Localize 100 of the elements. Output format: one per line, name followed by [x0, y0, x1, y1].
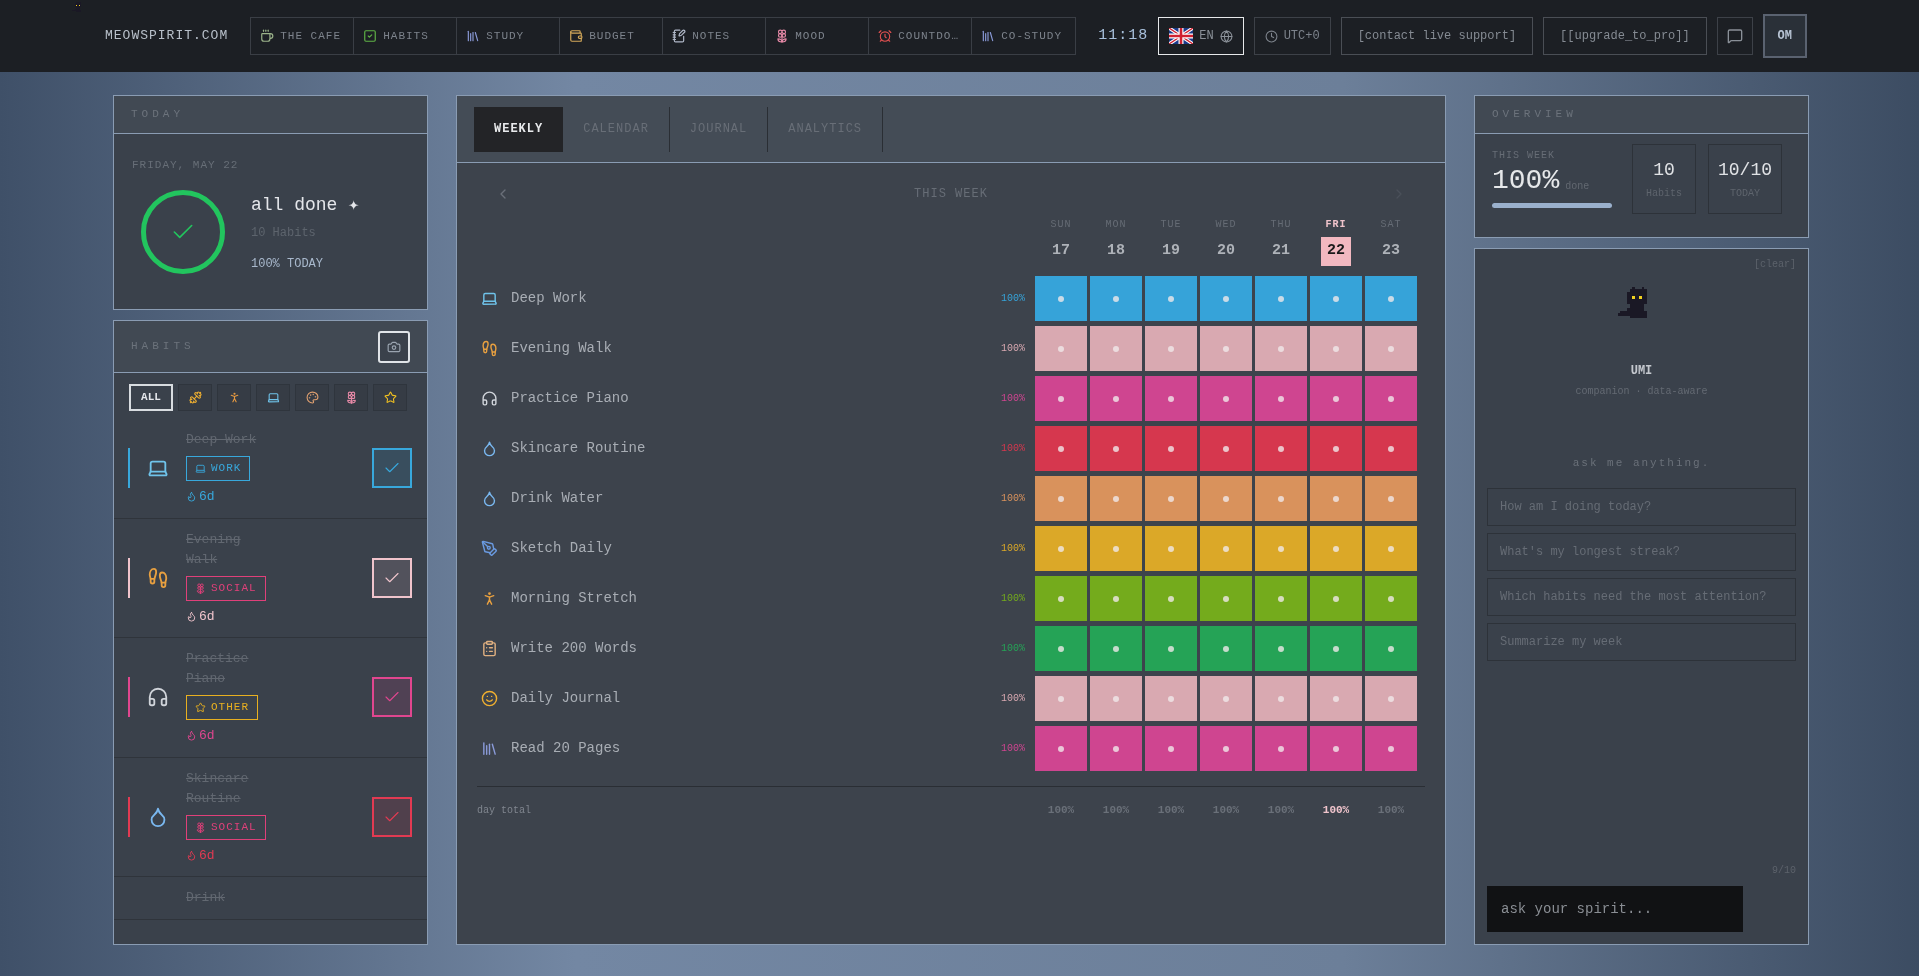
- habit-checkbox[interactable]: [372, 448, 412, 489]
- day-cell[interactable]: [1310, 276, 1362, 321]
- day-cell[interactable]: [1145, 276, 1197, 321]
- day-cell[interactable]: [1035, 576, 1087, 621]
- day-cell[interactable]: [1365, 726, 1417, 771]
- habit-checkbox[interactable]: [372, 677, 412, 718]
- habit-name: Write 200 Words: [511, 639, 639, 658]
- chat-input[interactable]: ask your spirit...: [1487, 886, 1743, 932]
- avatar-button[interactable]: OM: [1762, 14, 1807, 58]
- filter-chip[interactable]: [373, 384, 407, 411]
- day-cell[interactable]: [1035, 326, 1087, 371]
- chat-button[interactable]: [1716, 17, 1753, 55]
- language-button[interactable]: EN: [1158, 17, 1244, 55]
- day-cell[interactable]: [1365, 276, 1417, 321]
- brand-name[interactable]: MEOWSPIRIT.COM: [105, 26, 229, 46]
- day-cell[interactable]: [1090, 276, 1142, 321]
- day-cell[interactable]: [1365, 526, 1417, 571]
- day-cell[interactable]: [1035, 276, 1087, 321]
- day-cell[interactable]: [1035, 476, 1087, 521]
- camera-button[interactable]: [378, 330, 410, 363]
- day-cell[interactable]: [1365, 376, 1417, 421]
- upgrade-button[interactable]: [[upgrade_to_pro]]: [1543, 17, 1707, 55]
- day-cell[interactable]: [1090, 476, 1142, 521]
- day-cell[interactable]: [1310, 326, 1362, 371]
- day-cell[interactable]: [1310, 676, 1362, 721]
- day-cell[interactable]: [1200, 276, 1252, 321]
- day-cell[interactable]: [1310, 626, 1362, 671]
- day-cell[interactable]: [1200, 626, 1252, 671]
- filter-chip[interactable]: [256, 384, 290, 411]
- nav-tab[interactable]: STUDY: [457, 18, 561, 54]
- day-cell[interactable]: [1090, 526, 1142, 571]
- filter-chip[interactable]: [295, 384, 329, 411]
- day-cell[interactable]: [1255, 576, 1307, 621]
- day-cell[interactable]: [1365, 676, 1417, 721]
- day-cell[interactable]: [1145, 626, 1197, 671]
- nav-tab[interactable]: HABITS: [354, 18, 458, 54]
- timezone-button[interactable]: UTC+0: [1253, 17, 1331, 55]
- nav-tab[interactable]: COUNTDO…: [869, 18, 973, 54]
- day-cell[interactable]: [1090, 426, 1142, 471]
- day-cell[interactable]: [1090, 376, 1142, 421]
- filter-chip[interactable]: [217, 384, 251, 411]
- day-cell[interactable]: [1200, 326, 1252, 371]
- day-cell[interactable]: [1365, 576, 1417, 621]
- day-cell[interactable]: [1145, 726, 1197, 771]
- nav-tab[interactable]: THE CAFE: [251, 18, 355, 54]
- day-cell[interactable]: [1365, 426, 1417, 471]
- day-cell[interactable]: [1090, 726, 1142, 771]
- day-cell[interactable]: [1255, 726, 1307, 771]
- day-cell[interactable]: [1255, 626, 1307, 671]
- camera-icon: [387, 339, 401, 354]
- day-cell[interactable]: [1200, 526, 1252, 571]
- day-cell[interactable]: [1310, 476, 1362, 521]
- day-cell[interactable]: [1145, 526, 1197, 571]
- day-cell[interactable]: [1255, 376, 1307, 421]
- day-cell[interactable]: [1035, 726, 1087, 771]
- day-cell[interactable]: [1200, 376, 1252, 421]
- day-cell[interactable]: [1255, 476, 1307, 521]
- day-cell[interactable]: [1035, 676, 1087, 721]
- day-cell[interactable]: [1035, 426, 1087, 471]
- day-cell[interactable]: [1200, 426, 1252, 471]
- day-cell[interactable]: [1365, 326, 1417, 371]
- day-cell[interactable]: [1310, 526, 1362, 571]
- filter-chip[interactable]: [178, 384, 212, 411]
- day-cell[interactable]: [1310, 576, 1362, 621]
- day-cell[interactable]: [1255, 276, 1307, 321]
- day-cell[interactable]: [1035, 626, 1087, 671]
- day-cell[interactable]: [1310, 426, 1362, 471]
- day-cell[interactable]: [1145, 376, 1197, 421]
- day-cell[interactable]: [1035, 526, 1087, 571]
- nav-tab[interactable]: NOTES: [663, 18, 767, 54]
- day-cell[interactable]: [1145, 576, 1197, 621]
- day-cell[interactable]: [1145, 426, 1197, 471]
- day-cell[interactable]: [1145, 326, 1197, 371]
- day-cell[interactable]: [1090, 326, 1142, 371]
- habit-checkbox[interactable]: [372, 796, 412, 837]
- nav-tab[interactable]: CO-STUDY: [972, 18, 1076, 54]
- filter-chip[interactable]: ALL: [129, 384, 173, 411]
- day-cell[interactable]: [1090, 626, 1142, 671]
- day-cell[interactable]: [1255, 526, 1307, 571]
- day-cell[interactable]: [1145, 476, 1197, 521]
- day-cell[interactable]: [1200, 476, 1252, 521]
- day-cell[interactable]: [1310, 376, 1362, 421]
- day-cell[interactable]: [1200, 576, 1252, 621]
- day-cell[interactable]: [1365, 626, 1417, 671]
- support-button[interactable]: [contact live support]: [1340, 17, 1534, 55]
- day-cell[interactable]: [1035, 376, 1087, 421]
- day-cell[interactable]: [1090, 576, 1142, 621]
- day-cell[interactable]: [1145, 676, 1197, 721]
- day-cell[interactable]: [1200, 726, 1252, 771]
- day-cell[interactable]: [1255, 326, 1307, 371]
- day-cell[interactable]: [1365, 476, 1417, 521]
- nav-tab[interactable]: MOOD: [766, 18, 870, 54]
- day-cell[interactable]: [1310, 726, 1362, 771]
- filter-chip[interactable]: [334, 384, 368, 411]
- day-cell[interactable]: [1255, 676, 1307, 721]
- day-cell[interactable]: [1255, 426, 1307, 471]
- nav-tab[interactable]: BUDGET: [560, 18, 664, 54]
- day-cell[interactable]: [1090, 676, 1142, 721]
- view-tab[interactable]: WEEKLY: [474, 106, 564, 152]
- day-cell[interactable]: [1200, 676, 1252, 721]
